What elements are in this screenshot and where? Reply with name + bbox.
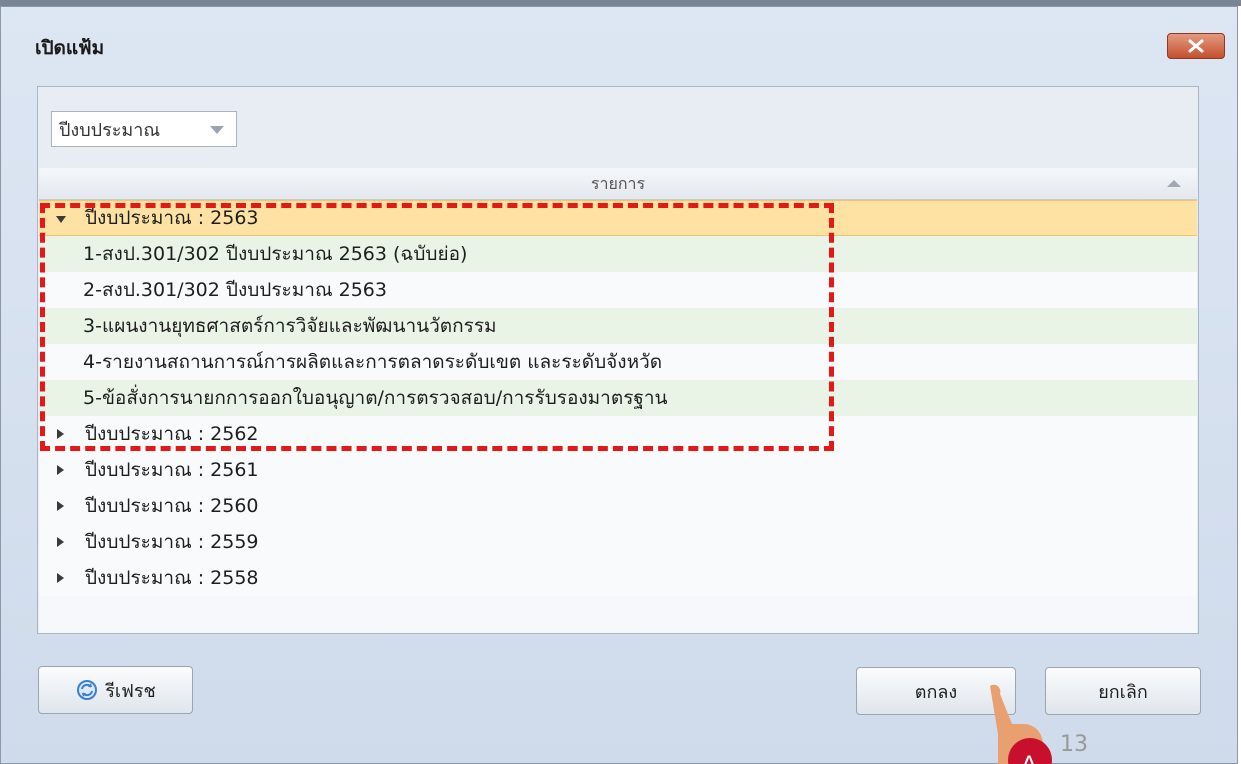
title-bar: เปิดแฟ้ม xyxy=(1,7,1237,71)
tree-item-label: 2-สงป.301/302 ปีงบประมาณ 2563 xyxy=(83,279,387,301)
expanded-arrow-icon[interactable] xyxy=(56,216,66,223)
column-header-label: รายการ xyxy=(590,174,646,193)
tree-item-label: 3-แผนงานยุทธศาสตร์การวิจัยและพัฒนานวัตกร… xyxy=(83,315,497,337)
collapsed-arrow-icon[interactable] xyxy=(57,501,64,511)
refresh-button-label: รีเฟรช xyxy=(105,680,156,702)
close-button[interactable] xyxy=(1167,33,1225,59)
refresh-button[interactable]: รีเฟรช xyxy=(38,666,193,714)
tree-group[interactable]: ปีงบประมาณ : 2559 xyxy=(39,524,1197,560)
annotation-marker: A xyxy=(1021,751,1037,764)
tree-group[interactable]: ปีงบประมาณ : 2561 xyxy=(39,452,1197,488)
tree-group-label: ปีงบประมาณ : 2559 xyxy=(85,531,259,553)
file-tree-grid[interactable]: รายการ ปีงบประมาณ : 2563 1-สงป.301/302 ป… xyxy=(39,168,1197,633)
dialog-title: เปิดแฟ้ม xyxy=(35,37,105,59)
sort-ascending-icon xyxy=(1167,180,1181,187)
pointing-hand-annotation: A xyxy=(990,684,1052,764)
collapsed-arrow-icon[interactable] xyxy=(57,537,64,547)
cancel-button-label: ยกเลิก xyxy=(1098,681,1148,703)
tree-item-label: 5-ข้อสั่งการนายกการออกใบอนุญาต/การตรวจสอ… xyxy=(83,387,668,409)
tree-group-2563[interactable]: ปีงบประมาณ : 2563 xyxy=(39,200,1197,236)
filter-dropdown-value: ปีงบประมาณ xyxy=(59,119,161,141)
refresh-icon xyxy=(77,680,98,700)
filter-dropdown[interactable]: ปีงบประมาณ xyxy=(51,111,237,147)
tree-group[interactable]: ปีงบประมาณ : 2562 xyxy=(39,416,1197,452)
page-number: 13 xyxy=(1060,732,1088,757)
collapsed-arrow-icon[interactable] xyxy=(57,465,64,475)
tree-rows: ปีงบประมาณ : 2563 1-สงป.301/302 ปีงบประม… xyxy=(39,200,1197,596)
column-header[interactable]: รายการ xyxy=(39,168,1197,200)
tree-group[interactable]: ปีงบประมาณ : 2560 xyxy=(39,488,1197,524)
close-icon xyxy=(1188,39,1204,53)
content-panel: ปีงบประมาณ รายการ ปีงบประมาณ : 2563 1-สง… xyxy=(37,86,1199,634)
tree-group-label: ปีงบประมาณ : 2558 xyxy=(85,567,259,589)
tree-group[interactable]: ปีงบประมาณ : 2558 xyxy=(39,560,1197,596)
tree-item[interactable]: 5-ข้อสั่งการนายกการออกใบอนุญาต/การตรวจสอ… xyxy=(39,380,1197,416)
tree-group-label: ปีงบประมาณ : 2562 xyxy=(85,423,259,445)
tree-item[interactable]: 2-สงป.301/302 ปีงบประมาณ 2563 xyxy=(39,272,1197,308)
tree-item[interactable]: 1-สงป.301/302 ปีงบประมาณ 2563 (ฉบับย่อ) xyxy=(39,236,1197,272)
collapsed-arrow-icon[interactable] xyxy=(57,429,64,439)
tree-item-label: 4-รายงานสถานการณ์การผลิตและการตลาดระดับเ… xyxy=(83,351,663,373)
tree-item[interactable]: 4-รายงานสถานการณ์การผลิตและการตลาดระดับเ… xyxy=(39,344,1197,380)
tree-group-label: ปีงบประมาณ : 2563 xyxy=(85,207,259,229)
tree-group-label: ปีงบประมาณ : 2561 xyxy=(85,459,259,481)
open-file-dialog: เปิดแฟ้ม ปีงบประมาณ รายการ ปีงบประมาณ : … xyxy=(0,6,1238,764)
tree-group-label: ปีงบประมาณ : 2560 xyxy=(85,495,259,517)
ok-button-label: ตกลง xyxy=(914,681,958,703)
tree-item[interactable]: 3-แผนงานยุทธศาสตร์การวิจัยและพัฒนานวัตกร… xyxy=(39,308,1197,344)
chevron-down-icon xyxy=(210,126,224,134)
collapsed-arrow-icon[interactable] xyxy=(57,573,64,583)
cancel-button[interactable]: ยกเลิก xyxy=(1045,667,1201,715)
tree-item-label: 1-สงป.301/302 ปีงบประมาณ 2563 (ฉบับย่อ) xyxy=(83,243,468,265)
